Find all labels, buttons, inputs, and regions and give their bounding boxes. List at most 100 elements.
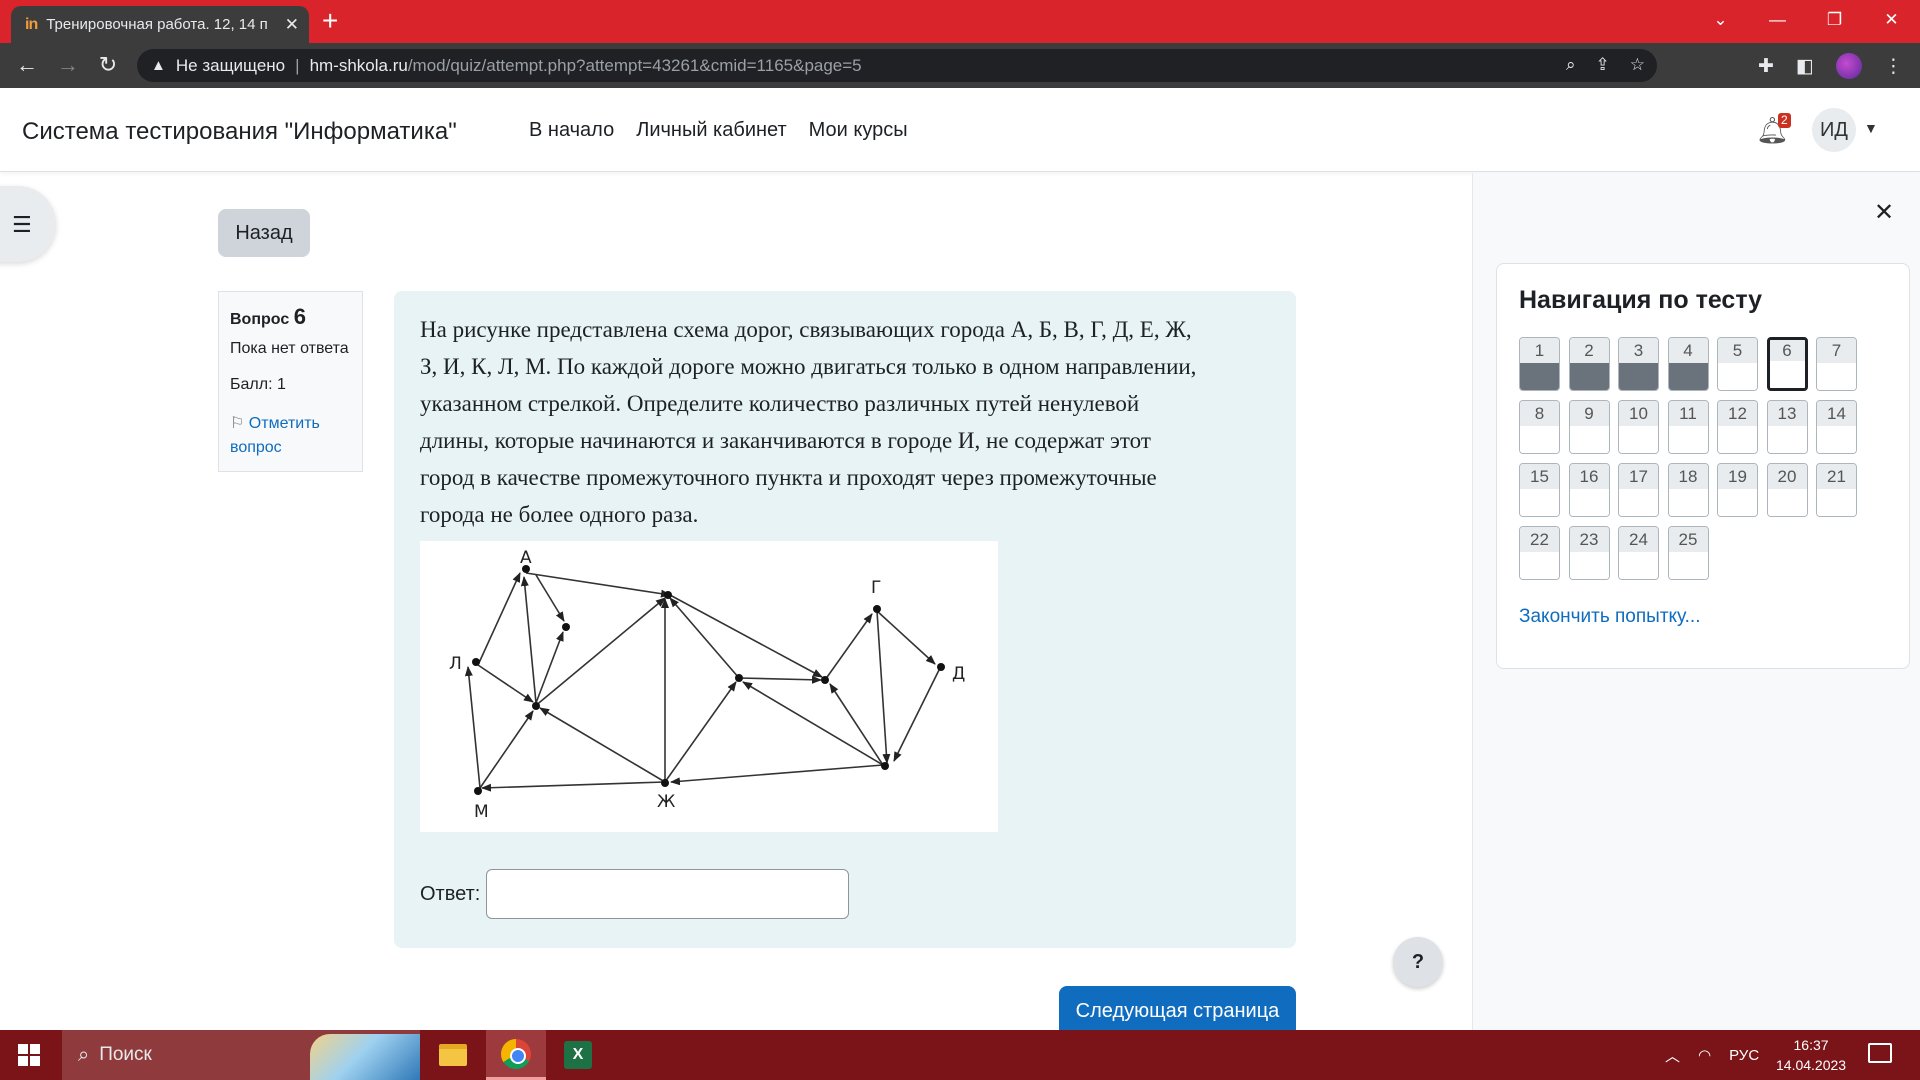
search-highlight-image: [310, 1034, 420, 1080]
excel-icon: X: [564, 1041, 592, 1069]
quiz-nav-button-11[interactable]: 11: [1667, 400, 1709, 454]
browser-menu-icon[interactable]: ⋮: [1884, 55, 1903, 78]
road-edge: [824, 613, 873, 681]
address-bar[interactable]: ▲ Не защищено | hm-shkola.ru /mod/quiz/a…: [137, 49, 1657, 82]
course-index-toggle[interactable]: ☰: [0, 186, 56, 262]
warning-icon[interactable]: ▲: [151, 57, 166, 74]
minimize-button[interactable]: —: [1749, 0, 1806, 43]
quiz-nav-button-status: [1718, 426, 1757, 453]
chrome-app[interactable]: [486, 1030, 546, 1080]
browser-tab-active[interactable]: in Тренировочная работа. 12, 14 п ✕: [11, 6, 309, 43]
omnibox-actions: ⌕ ⇪ ☆: [1566, 55, 1645, 75]
user-avatar[interactable]: ИД: [1812, 108, 1856, 152]
quiz-nav-button-8[interactable]: 8: [1519, 400, 1560, 454]
answer-label: Ответ:: [420, 882, 481, 905]
nav-home[interactable]: В начало: [529, 119, 614, 142]
quiz-nav-button-24[interactable]: 24: [1618, 526, 1659, 580]
quiz-nav-button-16[interactable]: 16: [1568, 463, 1610, 517]
restore-button[interactable]: ❐: [1806, 0, 1863, 43]
quiz-nav-button-6[interactable]: 6: [1766, 337, 1808, 391]
system-clock[interactable]: 16:37 14.04.2023: [1776, 1035, 1846, 1075]
nav-my-courses[interactable]: Мои курсы: [809, 119, 908, 142]
excel-app[interactable]: X: [548, 1030, 608, 1080]
quiz-nav-button-7[interactable]: 7: [1816, 337, 1857, 391]
flag-icon: ⚐: [230, 415, 245, 432]
quiz-nav-button-number: 2: [1569, 338, 1609, 364]
question-number: Вопрос 6: [230, 304, 351, 330]
close-tab-icon[interactable]: ✕: [285, 15, 299, 35]
quiz-nav-button-12[interactable]: 12: [1717, 400, 1758, 454]
quiz-nav-button-14[interactable]: 14: [1816, 400, 1857, 454]
quiz-nav-button-1[interactable]: 1: [1519, 337, 1560, 391]
quiz-nav-button-number: 15: [1520, 464, 1559, 490]
road-edge: [533, 597, 666, 708]
back-button[interactable]: Назад: [218, 209, 310, 257]
clock-date: 14.04.2023: [1776, 1057, 1847, 1073]
quiz-nav-button-status: [1767, 426, 1807, 453]
quiz-nav-button-20[interactable]: 20: [1766, 463, 1808, 517]
quiz-nav-button-9[interactable]: 9: [1568, 400, 1610, 454]
quiz-nav-button-status: [1619, 363, 1658, 390]
tab-search-icon[interactable]: ⌄: [1692, 0, 1749, 43]
question-number-value: 6: [293, 304, 306, 329]
new-tab-button[interactable]: +: [322, 6, 338, 36]
nav-dashboard[interactable]: Личный кабинет: [636, 119, 786, 142]
quiz-nav-button-status: [1718, 489, 1757, 516]
road-edge: [481, 781, 666, 792]
road-edge: [464, 666, 481, 789]
help-button[interactable]: ?: [1393, 937, 1443, 987]
side-panel-icon[interactable]: ◧: [1796, 55, 1814, 78]
close-window-button[interactable]: ✕: [1863, 0, 1920, 43]
window-controls: ⌄ — ❐ ✕: [1692, 0, 1920, 43]
reload-icon[interactable]: ↻: [95, 52, 121, 78]
quiz-nav-button-21[interactable]: 21: [1816, 463, 1857, 517]
user-menu-chevron-down-icon[interactable]: ▼: [1864, 120, 1878, 136]
road-edge: [829, 683, 884, 766]
finish-attempt-link[interactable]: Закончить попытку...: [1519, 606, 1887, 628]
question-content: На рисунке представлена схема дорог, свя…: [394, 291, 1296, 948]
notification-center-icon[interactable]: [1868, 1043, 1892, 1063]
road-edge: [738, 675, 822, 684]
quiz-nav-button-13[interactable]: 13: [1766, 400, 1808, 454]
quiz-nav-button-23[interactable]: 23: [1568, 526, 1610, 580]
extensions-puzzle-icon[interactable]: ✚: [1758, 55, 1774, 78]
close-drawer-icon[interactable]: ✕: [1874, 198, 1894, 227]
quiz-nav-button-number: 23: [1569, 527, 1609, 553]
quiz-nav-button-15[interactable]: 15: [1519, 463, 1560, 517]
flag-question-link[interactable]: ⚐ Отметить вопрос: [230, 412, 351, 460]
next-page-button[interactable]: Следующая страница: [1059, 986, 1296, 1033]
road-edge: [893, 669, 940, 762]
windows-start-icon[interactable]: [18, 1044, 40, 1066]
quiz-nav-button-4[interactable]: 4: [1667, 337, 1709, 391]
quiz-nav-button-17[interactable]: 17: [1618, 463, 1659, 517]
bookmark-star-icon[interactable]: ☆: [1630, 55, 1645, 75]
quiz-nav-button-19[interactable]: 19: [1717, 463, 1758, 517]
file-explorer-app[interactable]: [423, 1030, 483, 1080]
network-icon[interactable]: ◠: [1698, 1046, 1711, 1064]
back-arrow-icon[interactable]: ←: [14, 52, 40, 78]
quiz-nav-button-status: [1520, 489, 1559, 516]
quiz-nav-button-2[interactable]: 2: [1568, 337, 1610, 391]
zoom-icon[interactable]: ⌕: [1566, 55, 1576, 75]
quiz-nav-button-status: [1668, 363, 1708, 390]
city-label-l: Л: [449, 654, 462, 674]
site-name[interactable]: Система тестирования "Информатика": [22, 118, 457, 146]
answer-input[interactable]: [486, 869, 850, 919]
quiz-nav-button-3[interactable]: 3: [1618, 337, 1659, 391]
city-label-g: Г: [871, 578, 881, 598]
quiz-nav-button-18[interactable]: 18: [1667, 463, 1709, 517]
input-language[interactable]: РУС: [1729, 1047, 1759, 1064]
quiz-nav-button-5[interactable]: 5: [1717, 337, 1758, 391]
quiz-nav-button-10[interactable]: 10: [1618, 400, 1659, 454]
taskbar-search[interactable]: ⌕ Поиск: [62, 1030, 420, 1080]
forward-arrow-icon[interactable]: →: [55, 52, 81, 78]
chevron-up-icon[interactable]: ︿: [1665, 1045, 1680, 1066]
quiz-nav-button-22[interactable]: 22: [1519, 526, 1560, 580]
extension-icons: ✚ ◧ ⋮: [1758, 53, 1903, 79]
notifications-bell-icon[interactable]: 🔔︎ 2: [1756, 113, 1791, 146]
quiz-nav-button-25[interactable]: 25: [1667, 526, 1709, 580]
quiz-navigation-block: Навигация по тесту 1 2 3 4 5 6 7 8 9 10 11 12 13 14 15…: [1496, 263, 1910, 669]
question-state: Пока нет ответа: [230, 340, 349, 357]
share-icon[interactable]: ⇪: [1596, 55, 1610, 75]
profile-avatar-icon[interactable]: [1835, 53, 1862, 79]
